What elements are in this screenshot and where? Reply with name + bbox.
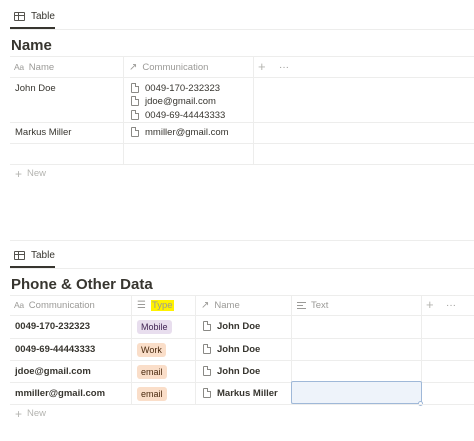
divider	[10, 29, 474, 30]
page-icon	[203, 344, 211, 354]
table-row-name[interactable]: Markus Miller	[15, 125, 71, 139]
table-row-communication[interactable]: 0049-69-44443333	[15, 342, 95, 356]
divider	[10, 268, 474, 269]
add-column-button[interactable]: +	[258, 57, 266, 77]
relation-item[interactable]: 0049-69-44443333	[131, 108, 225, 122]
table-row-name[interactable]: John Doe	[15, 81, 56, 95]
page-icon	[131, 127, 139, 137]
column-header-communication[interactable]: Aa Communication	[14, 295, 95, 315]
page-icon	[203, 321, 211, 331]
relation-arrow-icon: ↗	[129, 61, 138, 73]
table-view-icon	[14, 250, 25, 260]
more-options-button[interactable]: ···	[279, 57, 289, 77]
divider	[10, 338, 474, 339]
divider	[10, 164, 474, 165]
database-title: Name	[11, 37, 52, 54]
divider	[10, 77, 474, 78]
add-column-button[interactable]: +	[426, 295, 434, 315]
select-list-icon: ☰	[137, 299, 146, 311]
divider	[10, 143, 474, 144]
type-tag[interactable]: email	[137, 387, 167, 401]
relation-item[interactable]: John Doe	[203, 319, 260, 333]
page-icon	[203, 388, 211, 398]
column-header-communication[interactable]: ↗ Communication	[129, 57, 208, 77]
table-row-communication[interactable]: jdoe@gmail.com	[15, 364, 91, 378]
type-tag[interactable]: email	[137, 365, 167, 379]
more-options-button[interactable]: ···	[446, 295, 456, 315]
view-tab-table-1[interactable]: Table	[14, 5, 55, 27]
view-tab-label: Table	[31, 249, 55, 261]
relation-item[interactable]: John Doe	[203, 342, 260, 356]
column-divider	[123, 57, 124, 164]
table-view-icon	[14, 11, 25, 21]
column-header-text[interactable]: Text	[297, 295, 328, 315]
page-icon	[131, 83, 139, 93]
divider	[10, 56, 474, 57]
relation-item[interactable]: Markus Miller	[203, 386, 278, 400]
relation-arrow-icon: ↗	[201, 299, 210, 311]
new-row-button[interactable]: + New	[15, 166, 46, 181]
table-row-communication[interactable]: mmiller@gmail.com	[15, 386, 105, 400]
view-tab-label: Table	[31, 10, 55, 22]
column-header-type[interactable]: ☰ Type	[137, 295, 174, 315]
divider	[10, 240, 474, 241]
relation-item[interactable]: 0049-170-232323	[131, 81, 220, 95]
divider	[10, 315, 474, 316]
type-tag[interactable]: Work	[137, 343, 166, 357]
database-title: Phone & Other Data	[11, 276, 153, 293]
divider	[10, 360, 474, 361]
view-tab-table-2[interactable]: Table	[14, 244, 55, 266]
page-icon	[203, 366, 211, 376]
plus-icon: +	[15, 406, 23, 421]
text-lines-icon	[297, 301, 306, 309]
column-header-name[interactable]: ↗ Name	[201, 295, 240, 315]
plus-icon: +	[15, 166, 23, 181]
column-header-name[interactable]: Aa Name	[14, 57, 54, 77]
new-row-button[interactable]: + New	[15, 406, 46, 421]
column-divider	[131, 295, 132, 405]
relation-item[interactable]: jdoe@gmail.com	[131, 94, 216, 108]
page-icon	[131, 110, 139, 120]
column-divider	[253, 57, 254, 164]
page-icon	[131, 96, 139, 106]
text-property-icon: Aa	[14, 300, 24, 310]
table-row-communication[interactable]: 0049-170-232323	[15, 319, 90, 333]
divider	[10, 404, 474, 405]
relation-item[interactable]: mmiller@gmail.com	[131, 125, 229, 139]
divider	[10, 122, 474, 123]
selected-text-cell[interactable]	[291, 381, 422, 404]
text-property-icon: Aa	[14, 62, 24, 72]
type-tag[interactable]: Mobile	[137, 320, 172, 334]
relation-item[interactable]: John Doe	[203, 364, 260, 378]
column-divider	[195, 295, 196, 405]
